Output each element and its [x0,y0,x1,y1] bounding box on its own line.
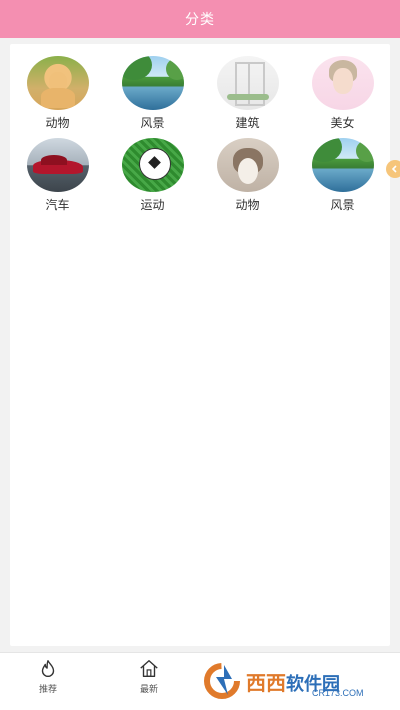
page-title: 分类 [185,12,215,28]
watermark-brand-a: 西西 [246,670,286,695]
category-item[interactable]: 动物 [10,56,105,130]
soccer-thumbnail [121,138,184,192]
landscape-thumbnail [311,138,374,192]
tab-recommend[interactable]: 推荐 [18,658,78,695]
chevron-left-icon [391,165,397,173]
category-label: 美女 [330,116,355,130]
tab-label: 最新 [139,685,158,695]
flame-icon [41,660,55,677]
portrait-thumbnail [311,56,374,110]
car-thumbnail [26,138,89,192]
tab-latest[interactable]: 最新 [119,658,179,695]
home-icon [140,660,158,678]
tab-label: 推荐 [38,685,57,695]
watermark-url: CR173.COM [312,688,364,698]
category-item[interactable]: 建筑 [200,56,295,130]
category-item[interactable]: 运动 [105,138,200,212]
category-item[interactable]: 风景 [295,138,390,212]
puppy-thumbnail [26,56,89,110]
category-panel: 动物 风景 建筑 美女 汽车 运动 动物 风景 [10,44,390,646]
category-label: 运动 [140,198,165,212]
top-bar: 分类 [0,0,400,38]
category-label: 风景 [140,116,165,130]
floating-handle[interactable] [386,160,400,178]
category-label: 动物 [45,116,70,130]
building-thumbnail [216,56,279,110]
category-item[interactable]: 美女 [295,56,390,130]
cat-thumbnail [216,138,279,192]
category-label: 汽车 [45,198,70,212]
category-item[interactable]: 汽车 [10,138,105,212]
category-item[interactable]: 风景 [105,56,200,130]
category-label: 建筑 [235,116,260,130]
watermark: 西西 软件园 CR173.COM [202,658,390,704]
category-label: 动物 [235,198,260,212]
watermark-logo-icon [202,659,246,703]
landscape-thumbnail [121,56,184,110]
category-item[interactable]: 动物 [200,138,295,212]
category-grid: 动物 风景 建筑 美女 汽车 运动 动物 风景 [10,56,390,212]
category-label: 风景 [330,198,355,212]
